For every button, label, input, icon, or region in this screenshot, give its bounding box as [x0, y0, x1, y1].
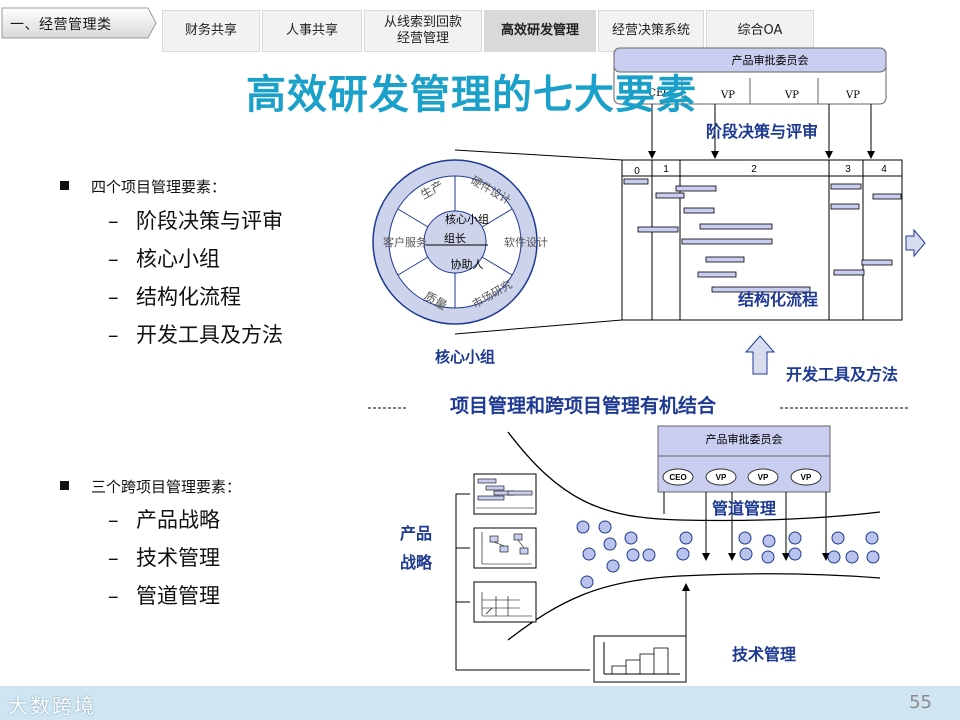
committee-bottom-member-vp3: VP: [801, 473, 812, 482]
section2-list: – 产品战略 – 技术管理 – 管道管理: [108, 501, 220, 615]
wheel-center-title: 核心小组: [445, 212, 489, 226]
phase-3: 3: [845, 164, 851, 175]
list-item: – 技术管理: [108, 546, 220, 570]
list-item-text: 结构化流程: [136, 285, 241, 309]
section2-heading: 三个跨项目管理要素：: [60, 476, 241, 497]
phase-decision-label: 阶段决策与评审: [706, 122, 818, 141]
bullet-square-icon: [60, 481, 69, 490]
core-team-wheel: 核心小组 组长 协助人 生产 硬件设计 软件设计 市场研究 质量 客户服务 核心…: [372, 159, 548, 366]
strategy-thumbnail-network: [473, 527, 537, 569]
phase-0: 0: [634, 166, 640, 177]
wheel-segment-software: 软件设计: [504, 235, 548, 249]
page-title: 高效研发管理的七大要素: [246, 72, 697, 118]
page-number: 55: [909, 692, 932, 713]
strategy-thumbnail-gantt: [473, 473, 537, 515]
footer: 大数跨境 55: [0, 686, 960, 720]
structured-process-chart: 0 1 2 3 4 结构化流程: [621, 159, 903, 321]
list-item-text: 管道管理: [136, 584, 220, 608]
list-item-text: 产品战略: [136, 508, 220, 532]
product-strategy-label-line1: 产品: [400, 524, 432, 543]
tech-mgmt-label: 技术管理: [732, 645, 796, 664]
section1-heading: 四个项目管理要素：: [60, 176, 226, 197]
dev-tools-label: 开发工具及方法: [786, 365, 898, 384]
wheel-center-leader: 组长: [444, 231, 466, 245]
committee-bottom-member-vp1: VP: [716, 473, 727, 482]
tech-management-chart: [593, 635, 687, 683]
committee-bottom-member-vp2: VP: [758, 473, 769, 482]
list-item-text: 阶段决策与评审: [136, 209, 283, 233]
section1-list: – 阶段决策与评审 – 核心小组 – 结构化流程 – 开发工具及方法: [108, 202, 283, 354]
list-item: – 阶段决策与评审: [108, 209, 283, 233]
committee-top-member-vp1: VP: [720, 90, 735, 101]
footer-logo: 大数跨境: [8, 694, 96, 718]
integration-label: 项目管理和跨项目管理有机结合: [450, 394, 717, 417]
committee-bottom-member-ceo: CEO: [669, 473, 686, 482]
list-item: – 管道管理: [108, 584, 220, 608]
core-team-label: 核心小组: [435, 348, 495, 366]
wheel-center-facilitator: 协助人: [451, 257, 484, 271]
section2-heading-text: 三个跨项目管理要素：: [91, 478, 242, 496]
committee-bottom-title: 产品审批委员会: [706, 432, 783, 446]
committee-top-member-vp2: VP: [784, 90, 799, 101]
phase-4: 4: [881, 164, 887, 175]
dev-tools-arrow-icon: [744, 335, 776, 375]
list-item: – 产品战略: [108, 508, 220, 532]
list-item-text: 技术管理: [136, 546, 220, 570]
output-arrow-icon: [905, 228, 926, 258]
phase-2: 2: [751, 164, 757, 175]
bullet-square-icon: [60, 181, 69, 190]
list-item: – 结构化流程: [108, 285, 241, 309]
phase-1: 1: [663, 164, 669, 175]
wheel-segment-customer: 客户服务: [383, 235, 427, 249]
list-item: – 核心小组: [108, 247, 220, 271]
list-item-text: 开发工具及方法: [136, 323, 283, 347]
list-item: – 开发工具及方法: [108, 323, 283, 347]
list-item-text: 核心小组: [136, 247, 220, 271]
product-strategy-label-line2: 战略: [400, 553, 433, 572]
committee-bottom-box: 产品审批委员会 CEO VP VP VP: [657, 425, 831, 493]
committee-top-title: 产品审批委员会: [732, 53, 809, 67]
structured-process-label: 结构化流程: [737, 290, 818, 309]
section1-heading-text: 四个项目管理要素：: [91, 178, 227, 196]
project-dots: [576, 520, 880, 589]
pipeline-label: 管道管理: [712, 499, 776, 518]
strategy-thumbnail-chart: [473, 581, 537, 623]
committee-top-member-vp3: VP: [845, 90, 860, 101]
